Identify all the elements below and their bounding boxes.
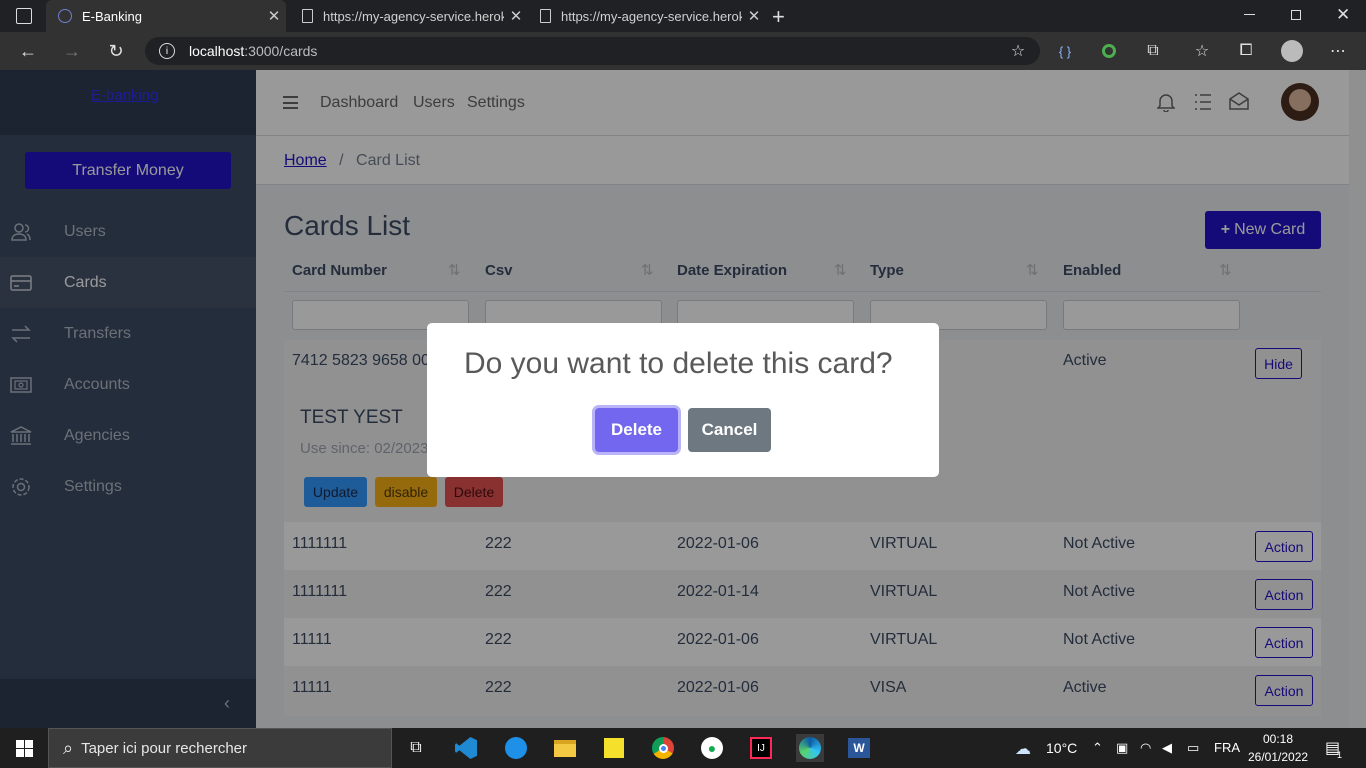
profile-avatar-icon[interactable] (1279, 38, 1305, 64)
task-view-icon[interactable]: ⧉ (402, 734, 430, 762)
cancel-button[interactable]: Cancel (688, 408, 771, 452)
vscode-icon[interactable] (452, 734, 480, 762)
close-tab-icon[interactable]: ✕ (504, 7, 528, 25)
intellij-icon[interactable]: IJ (747, 734, 775, 762)
clock-time[interactable]: 00:18 (1263, 732, 1293, 746)
browser-tab-active[interactable]: E-Banking ✕ (46, 0, 286, 32)
search-icon: ⌕ (63, 737, 74, 758)
battery-icon[interactable]: ▭ (1187, 740, 1199, 756)
tab-actions-icon[interactable] (16, 8, 32, 24)
chrome-icon[interactable] (649, 734, 677, 762)
browser-tab[interactable]: https://my-agency-service.herok ✕ (528, 0, 766, 32)
taskbar-search-box[interactable]: ⌕ Taper ici pour rechercher (48, 728, 392, 768)
confirm-delete-button[interactable]: Delete (595, 408, 678, 452)
url-path: :3000/cards (244, 43, 318, 59)
input-language[interactable]: FRA (1214, 740, 1240, 755)
windows-start-icon[interactable] (16, 740, 33, 762)
page-icon (540, 9, 551, 23)
chevron-up-icon[interactable]: ⌃ (1092, 740, 1103, 756)
search-placeholder: Taper ici pour rechercher (81, 739, 248, 757)
tab-title: https://my-agency-service.herok (561, 8, 742, 24)
info-icon[interactable]: i (159, 43, 175, 59)
meet-now-icon[interactable]: ▣ (1116, 740, 1128, 756)
wifi-icon[interactable]: ◠ (1140, 740, 1151, 756)
back-icon[interactable]: ← (13, 36, 43, 66)
new-tab-icon[interactable]: + (772, 4, 785, 30)
extension-json-icon[interactable]: { } (1052, 38, 1078, 64)
tab-title: https://my-agency-service.herok (323, 8, 504, 24)
favorite-star-icon[interactable]: ☆ (1005, 38, 1031, 64)
close-window-icon[interactable]: ✕ (1336, 5, 1350, 25)
sticky-notes-icon[interactable] (600, 734, 628, 762)
app-favicon-icon (58, 9, 72, 23)
url-field[interactable]: i localhost:3000/cards (145, 37, 1040, 65)
clock-date[interactable]: 26/01/2022 (1248, 750, 1308, 764)
weather-cloud-icon[interactable]: ☁ (1015, 739, 1031, 759)
minimize-icon[interactable] (1244, 14, 1255, 15)
forward-icon[interactable]: → (57, 36, 87, 66)
tab-title: E-Banking (82, 8, 142, 24)
reload-icon[interactable]: ↻ (101, 36, 131, 66)
close-tab-icon[interactable]: ✕ (262, 7, 286, 25)
mongodb-compass-icon[interactable]: ● (698, 734, 726, 762)
file-explorer-icon[interactable] (551, 734, 579, 762)
extensions-puzzle-icon[interactable]: ⧉ (1140, 38, 1166, 64)
browser-tab[interactable]: https://my-agency-service.herok ✕ (290, 0, 528, 32)
weather-temperature[interactable]: 10°C (1046, 740, 1077, 756)
volume-icon[interactable]: ◀ (1162, 740, 1172, 756)
edge-dev-icon[interactable] (502, 734, 530, 762)
extension-circle-icon[interactable] (1096, 38, 1122, 64)
url-host: localhost (189, 43, 245, 59)
collections-icon[interactable]: ⧠ (1233, 38, 1259, 64)
page-icon (302, 9, 313, 23)
word-icon[interactable]: W (845, 734, 873, 762)
restore-icon[interactable] (1291, 10, 1301, 20)
favorites-icon[interactable]: ☆ (1189, 38, 1215, 64)
dialog-title: Do you want to delete this card? (464, 347, 893, 380)
notification-count: 1 (1337, 750, 1343, 760)
close-tab-icon[interactable]: ✕ (742, 7, 766, 25)
edge-icon[interactable] (796, 734, 824, 762)
more-menu-icon[interactable]: ⋯ (1325, 38, 1351, 64)
